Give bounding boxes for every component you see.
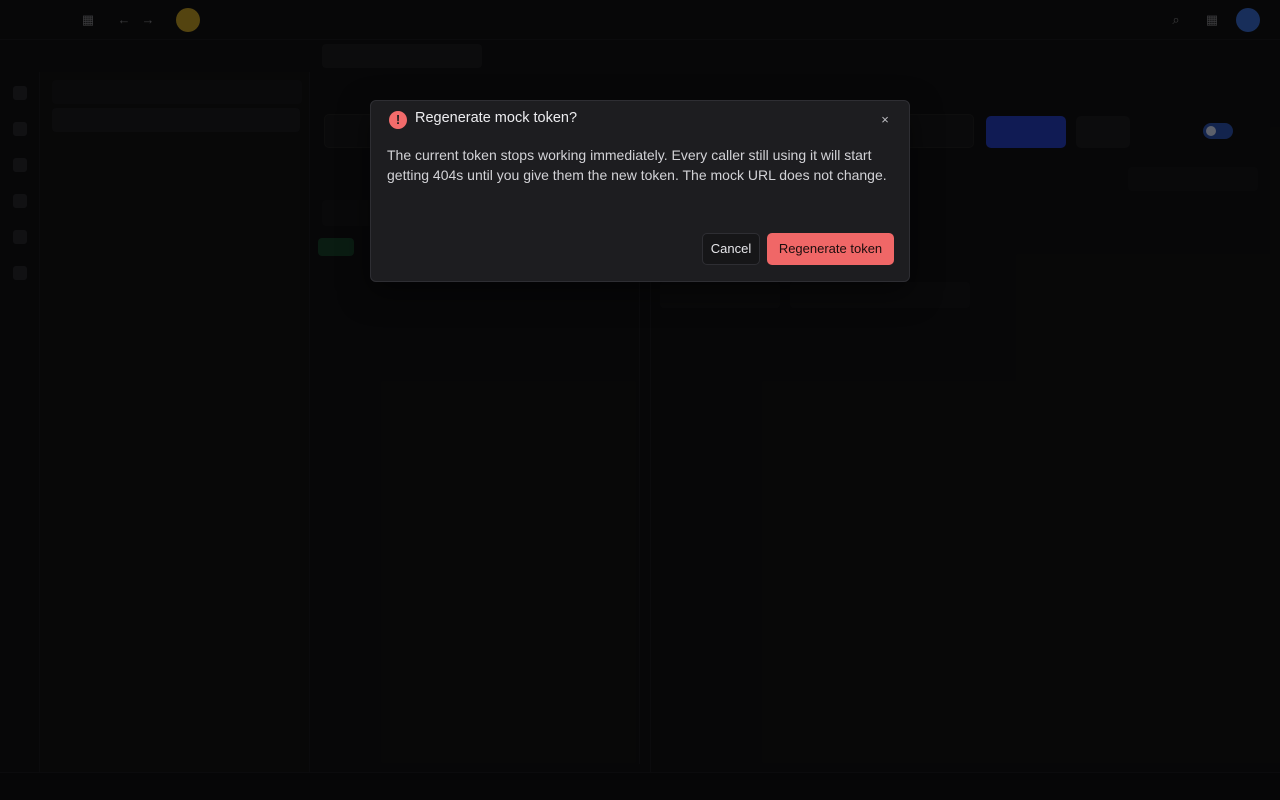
dialog-message: The current token stops working immediat… xyxy=(387,147,887,183)
dialog-title: Regenerate mock token? xyxy=(415,110,578,126)
alert-circle-icon: ! xyxy=(389,111,407,129)
confirm-dialog: ! Regenerate mock token? × The current t… xyxy=(370,100,910,282)
regenerate-token-button[interactable]: Regenerate token xyxy=(767,233,894,265)
close-icon[interactable]: × xyxy=(877,112,893,128)
cancel-button[interactable]: Cancel xyxy=(702,233,760,265)
